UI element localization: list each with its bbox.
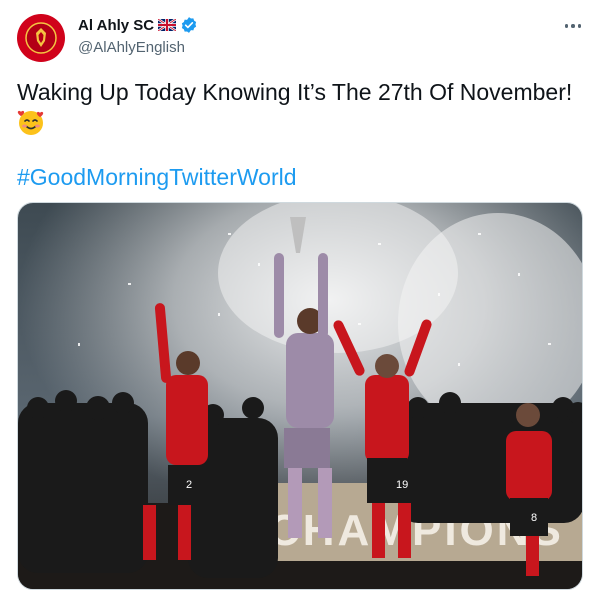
uk-flag-icon — [158, 19, 177, 31]
shorts-number: 2 — [186, 479, 192, 491]
shorts-number: 19 — [396, 479, 408, 491]
more-dot-icon — [577, 24, 582, 28]
verified-badge-icon — [182, 17, 197, 33]
tweet-text: Waking Up Today Knowing It’s The 27th Of… — [17, 79, 573, 105]
tweet-photo[interactable]: CHAMPIONS 2 19 8 — [17, 202, 583, 590]
name-row: Al Ahly SC — [78, 16, 198, 34]
more-options-button[interactable] — [560, 16, 586, 36]
more-dot-icon — [571, 24, 575, 28]
account-handle[interactable]: @AlAhlyEnglish — [78, 39, 185, 56]
club-crest-icon — [25, 22, 57, 54]
celebration-photo: CHAMPIONS 2 19 8 — [18, 203, 582, 589]
more-dot-icon — [564, 24, 569, 28]
smiling-face-with-hearts-emoji — [17, 110, 44, 135]
shorts-number: 8 — [531, 512, 537, 524]
hashtag-link[interactable]: #GoodMorningTwitterWorld — [17, 163, 297, 191]
tweet-card: Al Ahly SC @AlAhlyEnglish Waking Up Toda… — [0, 0, 601, 606]
avatar[interactable] — [17, 14, 65, 62]
display-name[interactable]: Al Ahly SC — [78, 17, 154, 34]
